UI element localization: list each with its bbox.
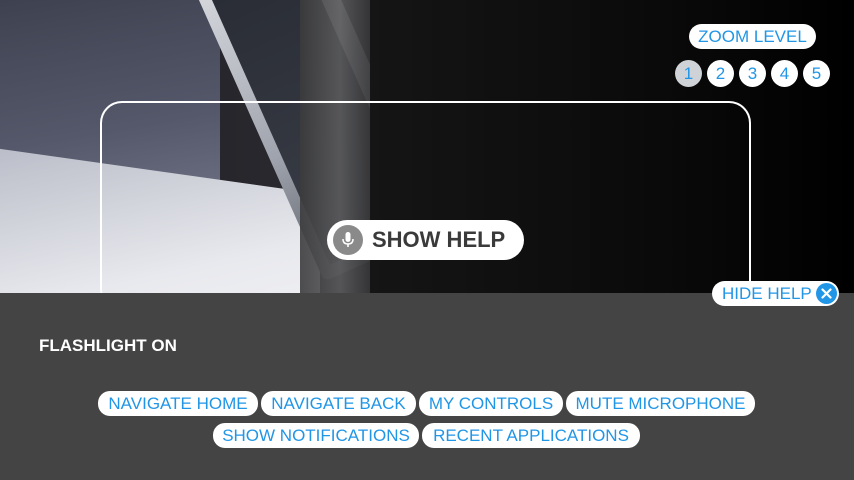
help-frame-outline (100, 101, 751, 311)
hide-help-label: HIDE HELP (722, 283, 812, 303)
show-help-button[interactable]: SHOW HELP (327, 220, 524, 260)
hide-help-button[interactable]: HIDE HELP (712, 281, 839, 306)
mute-microphone-button[interactable]: MUTE MICROPHONE (566, 391, 755, 416)
show-help-label: SHOW HELP (372, 227, 506, 252)
zoom-level-2-button[interactable]: 2 (707, 60, 734, 87)
zoom-level-selector: 1 2 3 4 5 (675, 60, 831, 88)
recent-applications-button[interactable]: RECENT APPLICATIONS (422, 423, 640, 448)
my-controls-button[interactable]: MY CONTROLS (419, 391, 563, 416)
close-icon (816, 283, 837, 304)
zoom-level-5-button[interactable]: 5 (803, 60, 830, 87)
show-notifications-button[interactable]: SHOW NOTIFICATIONS (213, 423, 419, 448)
navigate-back-button[interactable]: NAVIGATE BACK (261, 391, 416, 416)
zoom-level-1-button[interactable]: 1 (675, 60, 702, 87)
zoom-level-label: ZOOM LEVEL (689, 24, 816, 49)
microphone-icon (333, 225, 363, 255)
flashlight-status: FLASHLIGHT ON (39, 336, 177, 355)
navigate-home-button[interactable]: NAVIGATE HOME (98, 391, 258, 416)
zoom-level-3-button[interactable]: 3 (739, 60, 766, 87)
help-panel (0, 293, 854, 480)
zoom-level-4-button[interactable]: 4 (771, 60, 798, 87)
